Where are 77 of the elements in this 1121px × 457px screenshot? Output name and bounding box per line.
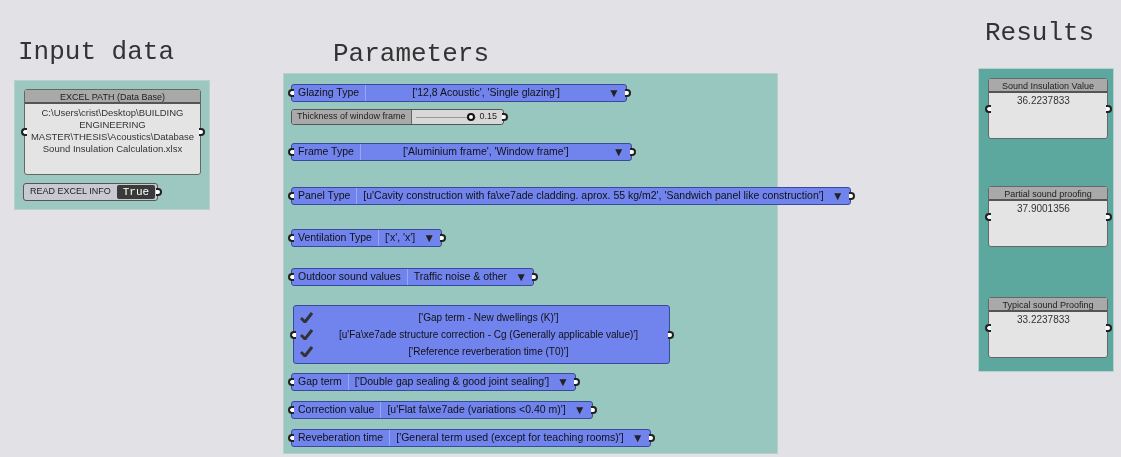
port-icon[interactable] <box>625 89 631 97</box>
list-label: Frame Type <box>292 144 361 160</box>
group-title: Input data <box>18 36 175 69</box>
number-slider[interactable]: Thickness of window frame 0.15 <box>291 109 505 125</box>
checkmark-icon[interactable] <box>300 329 314 340</box>
list-value: ['Double gap sealing & good joint sealing'] <box>353 374 551 390</box>
dropdown-caret[interactable]: ▼ <box>629 429 650 447</box>
slider-value: 0.15 <box>479 110 499 124</box>
port-icon[interactable] <box>668 330 674 339</box>
list-label: Gap term <box>292 374 349 390</box>
checkmark-icon[interactable] <box>300 312 314 323</box>
slider-label: Thickness of window frame <box>292 110 412 124</box>
port-icon[interactable] <box>288 148 294 156</box>
toggle-value[interactable]: True <box>116 185 156 199</box>
dropdown-caret[interactable]: ▼ <box>606 84 626 102</box>
dropdown-caret[interactable]: ▼ <box>555 373 575 391</box>
dropdown-caret[interactable]: ▼ <box>829 187 850 205</box>
dropdown-caret[interactable]: ▼ <box>610 143 631 161</box>
port-icon[interactable] <box>440 234 447 242</box>
dropdown-caret[interactable]: ▼ <box>571 401 592 419</box>
list-value: Traffic noise & other <box>412 269 509 285</box>
list-value: ['Aluminium frame', 'Window frame'] <box>402 144 570 160</box>
port-icon[interactable] <box>590 406 597 414</box>
port-icon[interactable] <box>573 378 580 386</box>
checklist-item[interactable]: [u'Fa\xe7ade structure correction - Cg (Generally applicable value)'] <box>314 327 663 342</box>
port-icon[interactable] <box>502 113 509 121</box>
panel-value: 37.9001356 <box>1016 202 1071 216</box>
list-value: ['12,8 Acoustic', 'Single glazing'] <box>411 85 561 101</box>
checkmark-icon[interactable] <box>300 346 314 357</box>
list-value: ['General term used (except for teaching rooms)'] <box>395 430 625 446</box>
port-icon[interactable] <box>1106 212 1112 221</box>
value-list[interactable]: Ventilation Type ['x', 'x'] ▼ <box>291 229 443 247</box>
port-icon[interactable] <box>1106 323 1112 332</box>
port-icon[interactable] <box>985 104 991 113</box>
boolean-toggle[interactable]: READ EXCEL INFO True <box>23 183 159 201</box>
dropdown-caret[interactable]: ▼ <box>421 229 442 247</box>
list-value: [u'Cavity construction with fa\xe7ade cladding. aprox. 55 kg/m2', 'Sandwich panel like construction'] <box>362 188 825 204</box>
checklist-item[interactable]: ['Reference reverberation time (T0)'] <box>314 344 663 359</box>
panel-title: EXCEL PATH (Data Base) <box>25 90 200 104</box>
panel-value: 33.2237833 <box>1016 313 1071 327</box>
port-icon[interactable] <box>848 192 855 200</box>
panel-title: Partial sound proofing <box>989 187 1107 201</box>
list-label: Ventilation Type <box>292 230 379 246</box>
checklist-item[interactable]: ['Gap term - New dwellings (K)'] <box>314 310 663 325</box>
port-icon[interactable] <box>985 212 991 221</box>
port-icon[interactable] <box>1106 104 1112 113</box>
port-icon[interactable] <box>532 273 538 281</box>
list-label: Reveberation time <box>292 430 391 446</box>
list-label: Glazing Type <box>292 85 367 101</box>
panel-value: 36.2237833 <box>1016 94 1071 108</box>
panel-text: C:\Users\crist\Desktop\BUILDING ENGINEERING MASTER\THESIS\Acoustics\Database Sound Insulation Calculation.xlsx <box>29 106 196 155</box>
port-icon[interactable] <box>288 434 294 442</box>
port-icon[interactable] <box>288 192 294 200</box>
list-value: ['x', 'x'] <box>383 230 417 246</box>
port-icon[interactable] <box>648 434 655 442</box>
list-value: [u'Flat fa\xe7ade (variations <0.40 m)'] <box>386 402 567 418</box>
port-icon[interactable] <box>985 323 991 332</box>
group-title: Results <box>985 17 1095 50</box>
port-icon[interactable] <box>156 188 163 196</box>
port-icon[interactable] <box>290 330 296 339</box>
slider-thumb[interactable] <box>466 112 475 121</box>
list-label: Panel Type <box>292 188 358 204</box>
group-title: Parameters <box>333 38 490 71</box>
port-icon[interactable] <box>288 406 294 414</box>
port-icon[interactable] <box>21 128 27 136</box>
port-icon[interactable] <box>288 89 294 97</box>
panel-title: Typical sound Proofing <box>989 298 1107 312</box>
port-icon[interactable] <box>629 148 636 156</box>
port-icon[interactable] <box>199 128 205 136</box>
dropdown-caret[interactable]: ▼ <box>513 268 533 286</box>
port-icon[interactable] <box>288 378 294 386</box>
list-label: Outdoor sound values <box>292 269 408 285</box>
panel-title: Sound Insulation Value <box>989 79 1107 93</box>
list-label: Correction value <box>292 402 382 418</box>
toggle-label: READ EXCEL INFO <box>29 185 112 199</box>
port-icon[interactable] <box>288 273 294 281</box>
port-icon[interactable] <box>288 234 294 242</box>
